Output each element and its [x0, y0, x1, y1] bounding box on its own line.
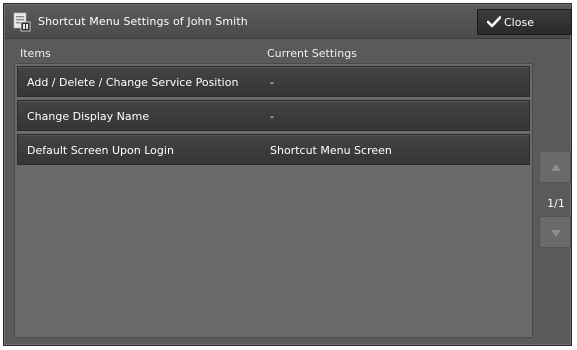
pager: 1/1 — [536, 63, 571, 338]
title-bar: Shortcut Menu Settings of John Smith Clo… — [5, 5, 572, 39]
list-item-value: - — [270, 110, 274, 123]
list-item-display-name[interactable]: Change Display Name - — [17, 100, 530, 131]
list-item-value: Shortcut Menu Screen — [270, 144, 392, 157]
list-item-value: - — [270, 76, 274, 89]
column-header-current-settings: Current Settings — [267, 47, 357, 60]
list-item-default-screen[interactable]: Default Screen Upon Login Shortcut Menu … — [17, 134, 530, 165]
settings-list: Add / Delete / Change Service Position -… — [14, 63, 533, 338]
page-indicator: 1/1 — [547, 197, 565, 210]
list-item-label: Change Display Name — [27, 110, 150, 123]
list-item-label: Add / Delete / Change Service Position — [27, 76, 239, 89]
settings-window: Shortcut Menu Settings of John Smith Clo… — [3, 3, 572, 346]
settings-document-icon — [13, 12, 31, 32]
scroll-up-button[interactable] — [539, 151, 571, 183]
close-button-label: Close — [504, 16, 534, 29]
list-item-service-position[interactable]: Add / Delete / Change Service Position - — [17, 66, 530, 97]
window-title: Shortcut Menu Settings of John Smith — [38, 15, 248, 28]
checkmark-icon — [486, 16, 502, 28]
column-header-items: Items — [20, 47, 51, 60]
close-button[interactable]: Close — [477, 9, 572, 35]
scroll-down-button[interactable] — [539, 216, 571, 248]
list-item-label: Default Screen Upon Login — [27, 144, 174, 157]
